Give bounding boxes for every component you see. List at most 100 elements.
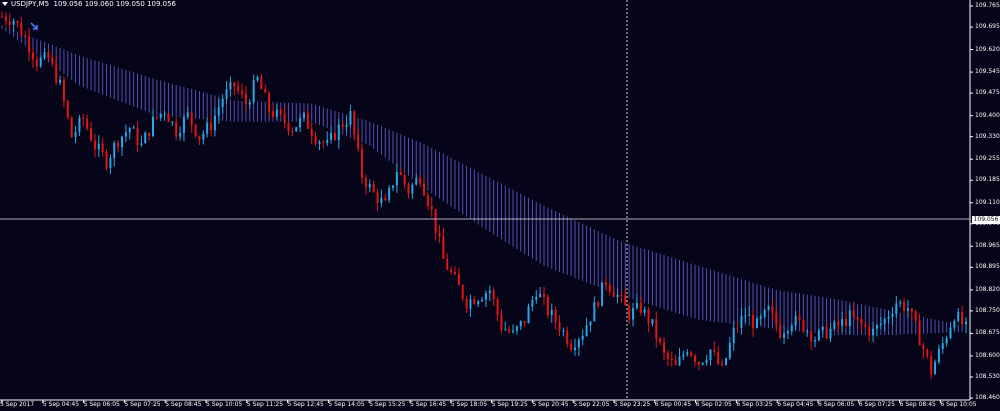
candle-body <box>601 282 604 307</box>
y-tick-label: 108.750 <box>975 306 1000 314</box>
candle-body <box>469 299 472 309</box>
candle-body <box>28 36 31 53</box>
candle-body <box>35 59 38 67</box>
candle-body <box>539 293 542 298</box>
candle-body <box>337 124 340 140</box>
candle-body <box>632 308 635 320</box>
arrow-down-right-icon <box>30 22 38 30</box>
y-tick-label: 109.400 <box>975 111 1000 119</box>
candle-body <box>484 293 487 300</box>
candle-body <box>810 331 813 342</box>
y-tick-label: 109.695 <box>975 23 1000 31</box>
price-chart[interactable] <box>0 0 1000 411</box>
candle-body <box>767 306 770 310</box>
y-tick-label: 109.040 <box>975 219 1000 227</box>
candle-body <box>256 76 259 81</box>
candle-body <box>16 20 19 24</box>
x-tick-label: 5 Sep 20:45 <box>532 401 569 408</box>
candle-body <box>934 362 937 375</box>
candle-body <box>515 326 518 331</box>
candle-body <box>39 57 42 67</box>
x-tick-label: 5 Sep 2017 <box>0 401 35 408</box>
candle-body <box>438 232 441 237</box>
chart-header: USDJPY,M5 109.056 109.060 109.050 109.05… <box>2 0 176 8</box>
y-tick-label: 108.530 <box>975 372 1000 380</box>
candle-body <box>752 314 755 328</box>
candle-body <box>856 317 859 320</box>
candle-body <box>763 309 766 317</box>
candle-body <box>693 355 696 362</box>
candle-body <box>550 309 553 315</box>
candle-body <box>775 312 778 326</box>
candle-body <box>597 302 600 307</box>
candle-body <box>244 93 247 105</box>
y-tick-label: 108.460 <box>975 394 1000 401</box>
candle-body <box>155 116 158 118</box>
y-tick-label: 108.820 <box>975 285 1000 293</box>
candle-body <box>175 121 178 137</box>
candle-body <box>926 349 929 357</box>
candle-body <box>678 356 681 366</box>
y-tick-label: 109.620 <box>975 45 1000 53</box>
candle-body <box>82 117 85 119</box>
candle-body <box>546 296 549 315</box>
candle-body <box>844 318 847 326</box>
candle-body <box>527 306 530 324</box>
dropdown-triangle-icon[interactable] <box>2 2 8 6</box>
candle-body <box>419 178 422 184</box>
candle-body <box>740 316 743 329</box>
candle-body <box>202 133 205 140</box>
candle-body <box>821 326 824 331</box>
candle-body <box>86 118 89 129</box>
candle-body <box>798 315 801 320</box>
candle-body <box>759 316 762 319</box>
candle-body <box>937 348 940 363</box>
x-tick-label: 5 Sep 14:05 <box>328 401 365 408</box>
candle-body <box>109 157 112 168</box>
candle-body <box>523 321 526 324</box>
candle-body <box>295 127 298 132</box>
candle-body <box>705 360 708 363</box>
candle-body <box>101 143 104 152</box>
candle-body <box>724 358 727 365</box>
x-tick-label: 6 Sep 04:45 <box>777 401 814 408</box>
candle-body <box>701 362 704 365</box>
candle-body <box>415 178 418 185</box>
x-tick-label: 6 Sep 02:05 <box>695 401 732 408</box>
x-tick-label: 5 Sep 11:25 <box>246 401 284 408</box>
x-tick-label: 5 Sep 08:45 <box>165 401 202 408</box>
chart-canvas[interactable] <box>0 0 1000 411</box>
candle-body <box>709 349 712 361</box>
candle-body <box>237 86 240 91</box>
candle-body <box>577 339 580 348</box>
candle-body <box>957 311 960 322</box>
x-tick-label: 5 Sep 10:05 <box>206 401 243 408</box>
candle-body <box>573 347 576 351</box>
candle-body <box>78 117 81 132</box>
candle-body <box>229 82 232 90</box>
candle-body <box>411 184 414 194</box>
y-tick-label: 109.330 <box>975 132 1000 140</box>
candle-body <box>167 113 170 123</box>
candle-body <box>20 23 23 36</box>
candle-body <box>318 141 321 144</box>
candle-body <box>674 360 677 366</box>
candle-body <box>558 322 561 331</box>
candle-body <box>508 329 511 332</box>
candle-body <box>407 184 410 194</box>
candle-body <box>790 325 793 332</box>
candle-body <box>682 354 685 357</box>
candle-body <box>655 319 658 339</box>
candle-body <box>357 134 360 149</box>
candle-body <box>171 121 174 123</box>
candle-body <box>376 192 379 204</box>
candle-body <box>24 35 27 37</box>
candle-body <box>132 127 135 129</box>
candle-body <box>151 116 154 136</box>
candle-body <box>66 101 69 118</box>
candle-body <box>914 311 917 321</box>
candle-body <box>450 269 453 272</box>
candle-body <box>310 128 313 137</box>
candle-body <box>535 297 538 300</box>
candle-body <box>566 330 569 345</box>
